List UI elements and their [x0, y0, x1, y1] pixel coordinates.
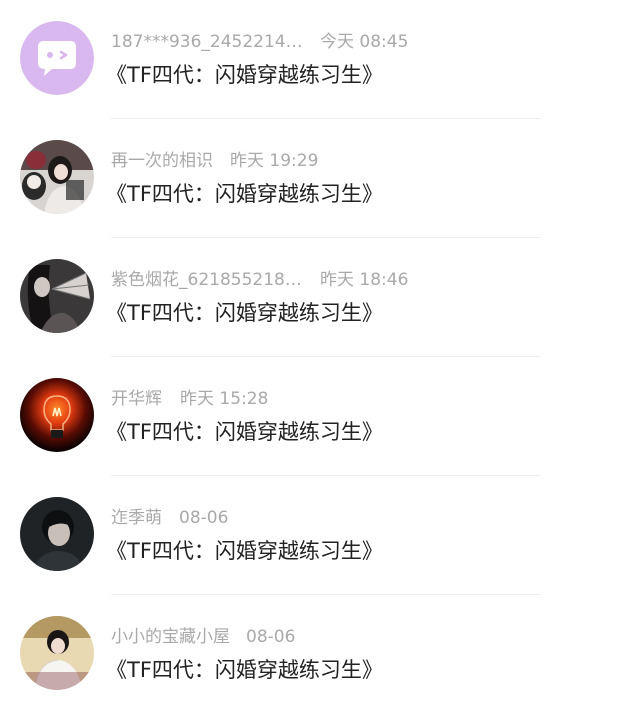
- avatar[interactable]: [20, 259, 94, 333]
- message-time: 昨天 15:28: [180, 389, 269, 409]
- list-item[interactable]: 紫色烟花_621855218… 昨天 18:46 《TF四代：闪婚穿越练习生》: [0, 238, 640, 357]
- message-title[interactable]: 《TF四代：闪婚穿越练习生》: [106, 180, 383, 208]
- message-list: 187***936_2452214… 今天 08:45 《TF四代：闪婚穿越练习…: [0, 0, 640, 709]
- avatar[interactable]: [20, 616, 94, 690]
- avatar[interactable]: [20, 21, 94, 95]
- chat-bubble-wink-icon: [20, 21, 94, 95]
- message-time: 昨天 18:46: [320, 270, 409, 290]
- sender-name: 小小的宝藏小屋: [111, 627, 230, 647]
- light-bulb-photo-avatar: [20, 378, 94, 452]
- message-title[interactable]: 《TF四代：闪婚穿越练习生》: [106, 299, 383, 327]
- boy-white-outfit-photo-avatar: [20, 616, 94, 690]
- avatar[interactable]: [20, 140, 94, 214]
- avatar[interactable]: [20, 378, 94, 452]
- sender-name: 再一次的相识: [111, 151, 213, 171]
- sender-name: 紫色烟花_621855218…: [111, 270, 302, 290]
- avatar[interactable]: [20, 497, 94, 571]
- sender-name: 开华辉: [111, 389, 162, 409]
- message-time: 昨天 19:29: [230, 151, 319, 171]
- message-title[interactable]: 《TF四代：闪婚穿越练习生》: [106, 418, 383, 446]
- message-time: 08-06: [246, 627, 296, 647]
- sender-name: 迮季萌: [111, 508, 162, 528]
- sender-name: 187***936_2452214…: [111, 32, 303, 52]
- message-title[interactable]: 《TF四代：闪婚穿越练习生》: [106, 537, 383, 565]
- list-item[interactable]: 小小的宝藏小屋 08-06 《TF四代：闪婚穿越练习生》: [0, 595, 640, 714]
- list-item[interactable]: 再一次的相识 昨天 19:29 《TF四代：闪婚穿越练习生》: [0, 119, 640, 238]
- list-item[interactable]: 187***936_2452214… 今天 08:45 《TF四代：闪婚穿越练习…: [0, 0, 640, 119]
- message-time: 今天 08:45: [320, 32, 409, 52]
- list-item[interactable]: 开华辉 昨天 15:28 《TF四代：闪婚穿越练习生》: [0, 357, 640, 476]
- girl-with-fan-photo-avatar: [20, 259, 94, 333]
- message-title[interactable]: 《TF四代：闪婚穿越练习生》: [106, 61, 383, 89]
- message-title[interactable]: 《TF四代：闪婚穿越练习生》: [106, 656, 383, 684]
- list-item[interactable]: 迮季萌 08-06 《TF四代：闪婚穿越练习生》: [0, 476, 640, 595]
- girl-with-plush-photo-avatar: [20, 140, 94, 214]
- message-time: 08-06: [179, 508, 229, 528]
- boy-portrait-photo-avatar: [20, 497, 94, 571]
